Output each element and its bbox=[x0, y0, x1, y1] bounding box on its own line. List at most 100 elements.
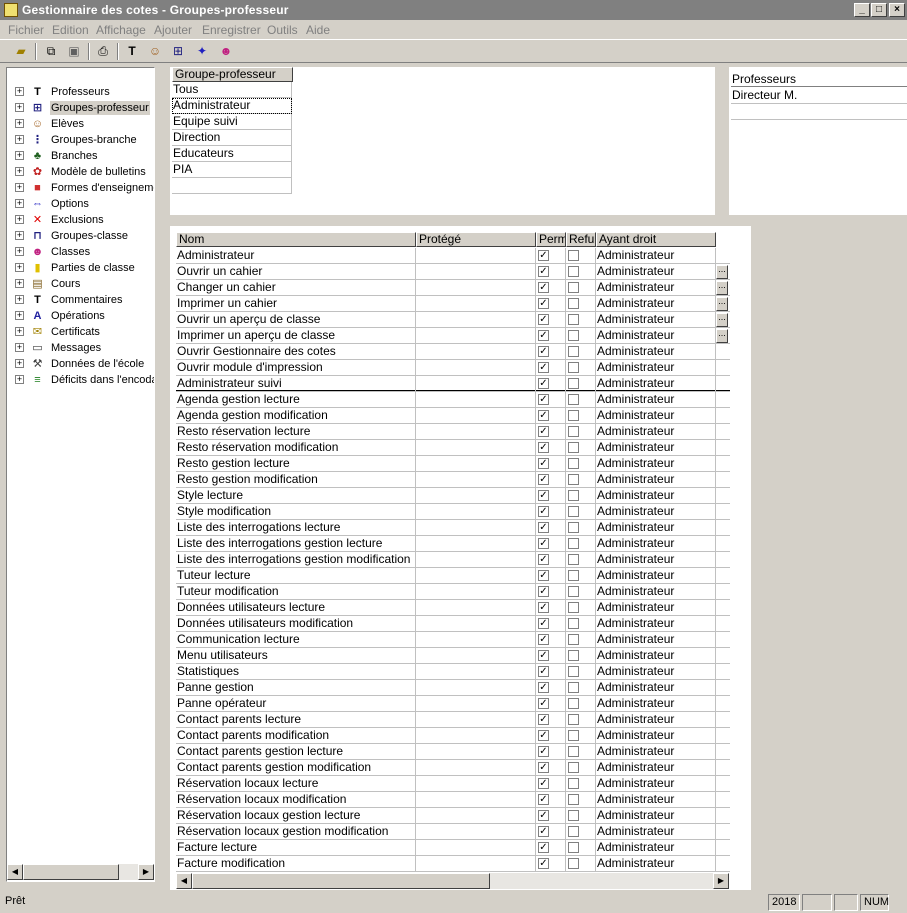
right-protege[interactable] bbox=[416, 296, 536, 312]
permis-checkbox[interactable]: ✓ bbox=[538, 330, 549, 341]
tree-item[interactable]: + ▮ Parties de classe bbox=[7, 260, 154, 276]
table-row[interactable]: Réservation locaux gestion modification ✓… bbox=[176, 824, 730, 840]
right-protege[interactable] bbox=[416, 856, 536, 872]
expand-icon[interactable]: + bbox=[15, 183, 24, 192]
group-item[interactable]: Administrateur bbox=[172, 98, 292, 114]
tree-item[interactable]: + ▤ Cours bbox=[7, 276, 154, 292]
refuse-checkbox[interactable] bbox=[568, 410, 579, 421]
tree-item[interactable]: + ⇔ Options bbox=[7, 196, 154, 212]
ellipsis-button[interactable]: ... bbox=[716, 297, 728, 311]
right-protege[interactable] bbox=[416, 424, 536, 440]
print-icon[interactable]: ⎙ bbox=[94, 43, 112, 59]
table-row[interactable]: Ouvrir un aperçu de classe ✓ Administrateu… bbox=[176, 312, 730, 328]
permis-checkbox[interactable]: ✓ bbox=[538, 426, 549, 437]
refuse-checkbox[interactable] bbox=[568, 794, 579, 805]
tree-item[interactable]: + ■ Formes d'enseignement bbox=[7, 180, 154, 196]
right-protege[interactable] bbox=[416, 456, 536, 472]
refuse-checkbox[interactable] bbox=[568, 490, 579, 501]
group-item-empty[interactable] bbox=[172, 178, 292, 194]
professeurs-header[interactable]: Professeurs bbox=[731, 72, 907, 87]
minimize-button[interactable]: _ bbox=[854, 3, 870, 17]
permis-checkbox[interactable]: ✓ bbox=[538, 298, 549, 309]
scroll-left-button[interactable]: ◀ bbox=[7, 864, 23, 880]
tree-item[interactable]: + ✕ Exclusions bbox=[7, 212, 154, 228]
table-row[interactable]: Resto réservation modification ✓ Administr… bbox=[176, 440, 730, 456]
table-row[interactable]: Données utilisateurs lecture ✓ Administrat… bbox=[176, 600, 730, 616]
refuse-checkbox[interactable] bbox=[568, 618, 579, 629]
tree-item[interactable]: + ✉ Certificats bbox=[7, 324, 154, 340]
scroll-right-button[interactable]: ▶ bbox=[713, 873, 729, 889]
right-protege[interactable] bbox=[416, 584, 536, 600]
right-protege[interactable] bbox=[416, 360, 536, 376]
refuse-checkbox[interactable] bbox=[568, 842, 579, 853]
menu-edition[interactable]: Edition bbox=[52, 23, 89, 37]
menu-enregistrer[interactable]: Enregistrer bbox=[202, 23, 261, 37]
permis-checkbox[interactable]: ✓ bbox=[538, 762, 549, 773]
permis-checkbox[interactable]: ✓ bbox=[538, 554, 549, 565]
table-row[interactable]: Contact parents lecture ✓ Administrateur bbox=[176, 712, 730, 728]
menu-ajouter[interactable]: Ajouter bbox=[154, 23, 192, 37]
permis-checkbox[interactable]: ✓ bbox=[538, 314, 549, 325]
groups-header[interactable]: Groupe-professeur bbox=[172, 67, 293, 82]
permis-checkbox[interactable]: ✓ bbox=[538, 650, 549, 661]
refuse-checkbox[interactable] bbox=[568, 442, 579, 453]
table-row[interactable]: Panne opérateur ✓ Administrateur bbox=[176, 696, 730, 712]
expand-icon[interactable]: + bbox=[15, 375, 24, 384]
permis-checkbox[interactable]: ✓ bbox=[538, 442, 549, 453]
permis-checkbox[interactable]: ✓ bbox=[538, 586, 549, 597]
refuse-checkbox[interactable] bbox=[568, 474, 579, 485]
expand-icon[interactable]: + bbox=[15, 151, 24, 160]
column-protege[interactable]: Protégé bbox=[416, 232, 536, 247]
permis-checkbox[interactable]: ✓ bbox=[538, 794, 549, 805]
table-row[interactable]: Liste des interrogations gestion modific… bbox=[176, 552, 730, 568]
paste-icon[interactable]: ▣ bbox=[65, 43, 83, 59]
refuse-checkbox[interactable] bbox=[568, 506, 579, 517]
menu-aide[interactable]: Aide bbox=[306, 23, 330, 37]
refuse-checkbox[interactable] bbox=[568, 250, 579, 261]
table-row[interactable]: Agenda gestion lecture ✓ Administrateur bbox=[176, 392, 730, 408]
right-protege[interactable] bbox=[416, 552, 536, 568]
refuse-checkbox[interactable] bbox=[568, 394, 579, 405]
refuse-checkbox[interactable] bbox=[568, 714, 579, 725]
right-protege[interactable] bbox=[416, 696, 536, 712]
expand-icon[interactable]: + bbox=[15, 231, 24, 240]
refuse-checkbox[interactable] bbox=[568, 362, 579, 373]
table-row[interactable]: Agenda gestion modification ✓ Administrate… bbox=[176, 408, 730, 424]
refuse-checkbox[interactable] bbox=[568, 730, 579, 741]
table-row[interactable]: Données utilisateurs modification ✓ Admini… bbox=[176, 616, 730, 632]
expand-icon[interactable]: + bbox=[15, 103, 24, 112]
expand-icon[interactable]: + bbox=[15, 279, 24, 288]
tree-item[interactable]: + ☻ Classes bbox=[7, 244, 154, 260]
permis-checkbox[interactable]: ✓ bbox=[538, 778, 549, 789]
refuse-checkbox[interactable] bbox=[568, 426, 579, 437]
refuse-checkbox[interactable] bbox=[568, 522, 579, 533]
table-row[interactable]: Tuteur modification ✓ Administrateur bbox=[176, 584, 730, 600]
tree-item[interactable]: + ♣ Branches bbox=[7, 148, 154, 164]
refuse-checkbox[interactable] bbox=[568, 698, 579, 709]
group-item[interactable]: Equipe suivi bbox=[172, 114, 292, 130]
refuse-checkbox[interactable] bbox=[568, 666, 579, 677]
table-row[interactable]: Contact parents gestion lecture ✓ Administ… bbox=[176, 744, 730, 760]
refuse-checkbox[interactable] bbox=[568, 778, 579, 789]
permis-checkbox[interactable]: ✓ bbox=[538, 394, 549, 405]
table-row[interactable]: Ouvrir un cahier ✓ Administrateur... bbox=[176, 264, 730, 280]
permis-checkbox[interactable]: ✓ bbox=[538, 810, 549, 821]
table-row[interactable]: Contact parents modification ✓ Administrat… bbox=[176, 728, 730, 744]
right-protege[interactable] bbox=[416, 840, 536, 856]
group-item[interactable]: Direction bbox=[172, 130, 292, 146]
table-row[interactable]: Communication lecture ✓ Administrateur bbox=[176, 632, 730, 648]
maximize-button[interactable]: □ bbox=[871, 3, 887, 17]
table-row[interactable]: Style lecture ✓ Administrateur bbox=[176, 488, 730, 504]
expand-icon[interactable]: + bbox=[15, 215, 24, 224]
expand-icon[interactable]: + bbox=[15, 87, 24, 96]
table-row[interactable]: Panne gestion ✓ Administrateur bbox=[176, 680, 730, 696]
open-folder-icon[interactable]: ▰ bbox=[12, 43, 30, 59]
right-protege[interactable] bbox=[416, 536, 536, 552]
permis-checkbox[interactable]: ✓ bbox=[538, 730, 549, 741]
groupes-icon[interactable]: ⊞ bbox=[169, 43, 187, 59]
permis-checkbox[interactable]: ✓ bbox=[538, 538, 549, 549]
menu-outils[interactable]: Outils bbox=[267, 23, 298, 37]
refuse-checkbox[interactable] bbox=[568, 458, 579, 469]
permis-checkbox[interactable]: ✓ bbox=[538, 250, 549, 261]
expand-icon[interactable]: + bbox=[15, 327, 24, 336]
